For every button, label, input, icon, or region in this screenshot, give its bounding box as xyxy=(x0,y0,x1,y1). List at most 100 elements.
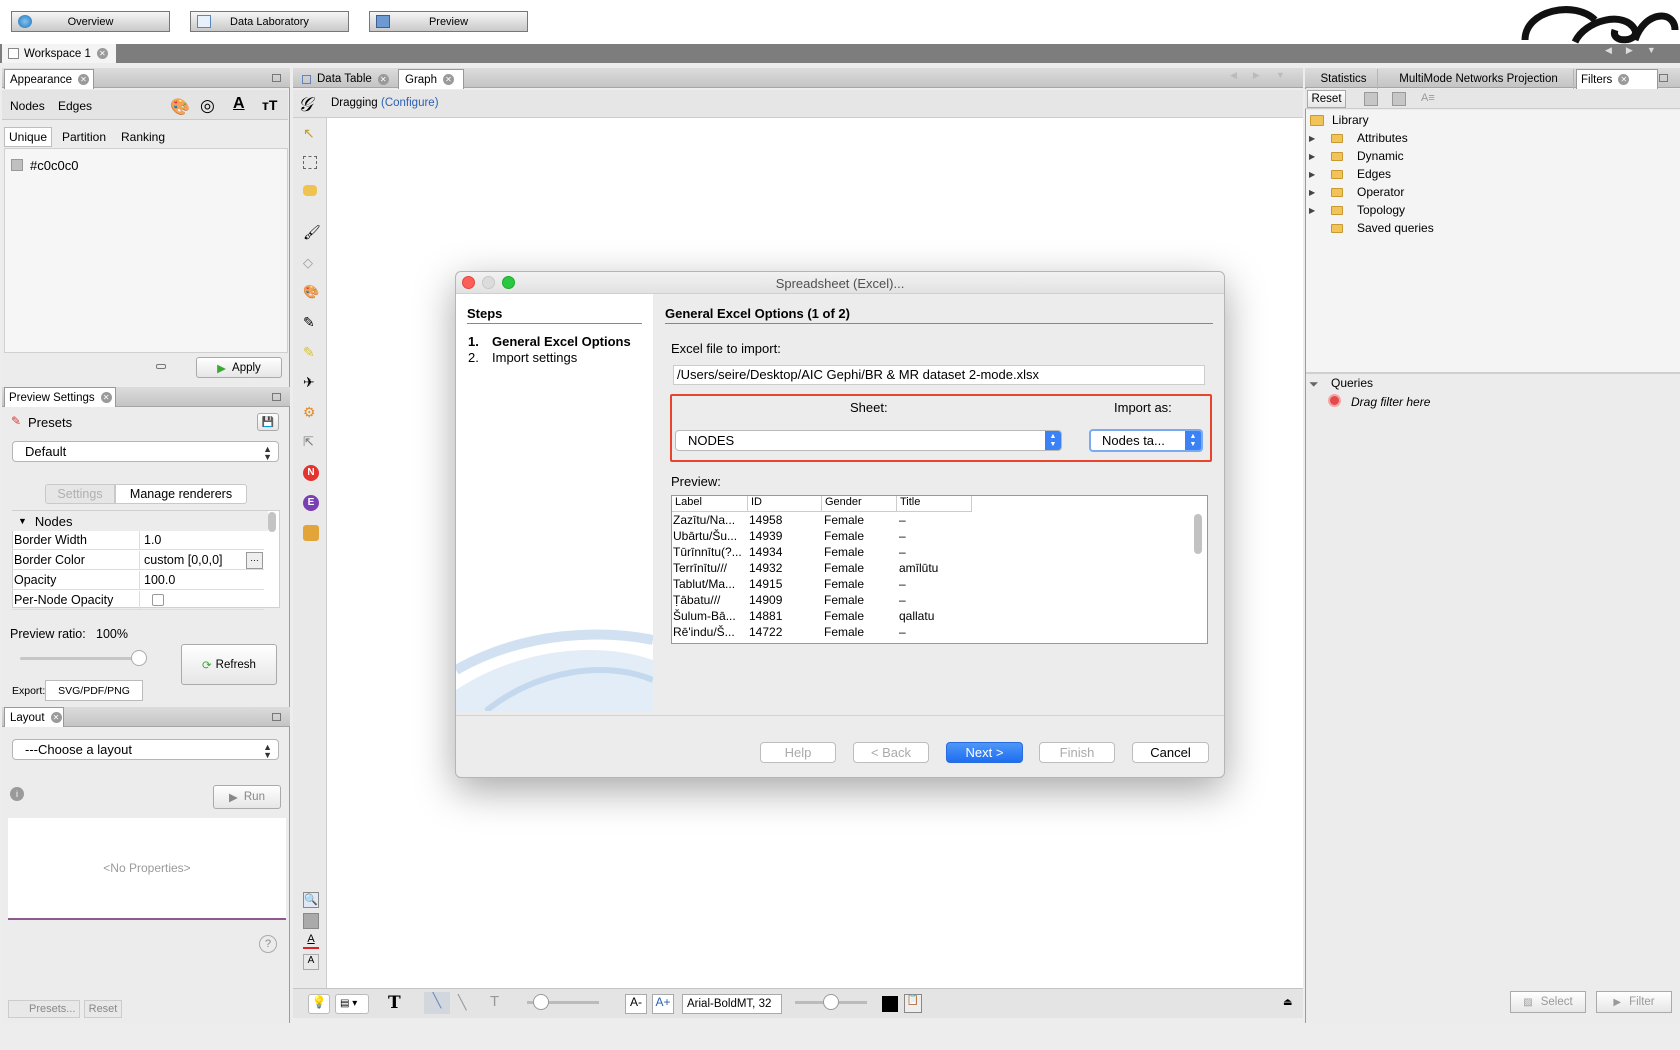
text-tool-icon[interactable]: T xyxy=(388,993,401,1013)
per-node-opacity-row[interactable]: Per-Node Opacity xyxy=(12,591,264,610)
text-outline-icon[interactable]: T xyxy=(490,993,499,1010)
scrollbar[interactable] xyxy=(268,512,276,532)
label-color-icon[interactable]: A xyxy=(233,95,245,113)
select-button[interactable]: ▨ Select xyxy=(1510,991,1586,1013)
edge-e-icon[interactable]: E xyxy=(303,495,319,511)
brush-icon[interactable]: 🖌 xyxy=(303,224,321,240)
minimize-icon[interactable] xyxy=(272,74,281,82)
highlighter-icon[interactable]: ✎ xyxy=(303,344,319,360)
pencil-icon[interactable]: ✎ xyxy=(303,314,319,330)
graph-tab[interactable]: Graph ✕ xyxy=(398,69,464,89)
library-root[interactable]: Library xyxy=(1310,113,1369,127)
preview-button[interactable]: Preview xyxy=(369,11,528,32)
apply-button[interactable]: ▶ Apply xyxy=(196,357,282,378)
save-preset-icon[interactable]: 💾 xyxy=(257,413,279,431)
clipboard-icon[interactable]: 📋 xyxy=(904,994,922,1013)
file-path-field[interactable]: /Users/seire/Desktop/AIC Gephi/BR & MR d… xyxy=(673,365,1205,385)
size-slider-thumb[interactable] xyxy=(533,994,549,1010)
lightbulb-icon[interactable]: 💡 xyxy=(308,994,330,1014)
minimize-icon[interactable] xyxy=(272,393,281,401)
edge-color-icon[interactable]: ╲ xyxy=(458,994,466,1011)
unique-tab[interactable]: Unique xyxy=(4,127,52,147)
pointer-icon[interactable]: ↖ xyxy=(303,125,319,141)
minimize-icon[interactable] xyxy=(1659,74,1668,82)
library-item-topology[interactable]: Topology xyxy=(1331,203,1405,217)
border-width-row[interactable]: Border Width 1.0 xyxy=(12,531,264,550)
nodes-group[interactable]: ▼ Nodes xyxy=(12,511,268,531)
palette-tool-icon[interactable]: 🎨 xyxy=(303,284,319,300)
text-size-icon[interactable]: A xyxy=(303,954,319,970)
close-icon[interactable]: ✕ xyxy=(78,74,90,85)
column-header[interactable]: Label xyxy=(672,496,748,511)
opacity-row[interactable]: Opacity 100.0 xyxy=(12,571,264,590)
background-color-icon[interactable] xyxy=(303,913,319,929)
layout-reset-button[interactable]: Reset xyxy=(84,1000,122,1018)
palette-icon[interactable]: 🎨 xyxy=(170,97,190,117)
export-button[interactable]: SVG/PDF/PNG xyxy=(45,680,143,701)
minimize-icon[interactable] xyxy=(272,713,281,721)
help-button[interactable]: Help xyxy=(760,742,836,763)
filter-tool-icon-1[interactable] xyxy=(1364,92,1378,106)
expand-icon[interactable]: ▶ xyxy=(1309,206,1315,215)
center-nav-icons[interactable]: ◀▶▼ xyxy=(1230,70,1300,84)
edges-tab[interactable]: Edges xyxy=(58,99,92,113)
sheet-select[interactable]: NODES ▲ ▼ xyxy=(675,430,1062,451)
back-button[interactable]: < Back xyxy=(853,742,929,763)
close-icon[interactable]: ✕ xyxy=(377,73,389,85)
multimode-tab[interactable]: MultiMode Networks Projection xyxy=(1384,69,1574,89)
workspace-nav-icons[interactable]: ◀▶▼ xyxy=(1605,45,1680,61)
library-item-edges[interactable]: Edges xyxy=(1331,167,1391,181)
overview-button[interactable]: Overview xyxy=(11,11,170,32)
cancel-button[interactable]: Cancel xyxy=(1132,742,1209,763)
appearance-tab[interactable]: Appearance ✕ xyxy=(4,69,94,89)
preview-scrollbar-thumb[interactable] xyxy=(1194,514,1202,554)
expand-icon[interactable]: ▶ xyxy=(1309,170,1315,179)
column-header[interactable]: Title xyxy=(897,496,972,511)
zoom-icon[interactable]: 🔍 xyxy=(303,892,319,908)
import-as-select[interactable]: Nodes ta... ▲ ▼ xyxy=(1089,429,1203,452)
library-item-saved-queries[interactable]: Saved queries xyxy=(1331,221,1434,235)
filters-reset-button[interactable]: Reset xyxy=(1307,90,1346,108)
text-color-icon[interactable]: A xyxy=(303,933,319,949)
ratio-slider-thumb[interactable] xyxy=(131,650,147,666)
column-header[interactable]: Gender xyxy=(822,496,897,511)
partition-tab[interactable]: Partition xyxy=(62,130,106,144)
preview-settings-tab[interactable]: Preview Settings ✕ xyxy=(4,387,116,407)
ratio-slider-track[interactable] xyxy=(20,657,140,660)
per-node-opacity-checkbox[interactable] xyxy=(152,594,164,606)
edge-line-icon[interactable]: ╲ xyxy=(424,992,450,1014)
rect-select-icon[interactable] xyxy=(303,156,317,169)
run-button[interactable]: ▶ Run xyxy=(213,785,281,809)
size-icon[interactable]: ◎ xyxy=(200,96,215,116)
manage-renderers-tab[interactable]: Manage renderers xyxy=(115,484,247,504)
splitter[interactable] xyxy=(1306,372,1680,374)
refresh-button[interactable]: ⟳ Refresh xyxy=(181,644,277,685)
workspace-tab[interactable]: Workspace 1 ✕ xyxy=(2,44,116,63)
cursor-edit-icon[interactable]: ⇱ xyxy=(303,434,319,450)
filter-tool-icon-3[interactable]: A≡ xyxy=(1421,92,1435,104)
font-increase-icon[interactable]: A+ xyxy=(652,994,674,1014)
preset-select[interactable]: Default ▲ ▼ xyxy=(12,441,279,462)
data-laboratory-button[interactable]: Data Laboratory xyxy=(190,11,349,32)
gear-tool-icon[interactable]: ⚙ xyxy=(303,404,319,420)
label-mode-icon[interactable]: ▤ ▾ xyxy=(335,994,369,1014)
font-name[interactable]: Arial-BoldMT, 32 xyxy=(682,994,782,1014)
close-icon[interactable]: ✕ xyxy=(1618,74,1630,85)
color-picker-button[interactable]: … xyxy=(246,552,263,569)
ranking-tab[interactable]: Ranking xyxy=(121,130,165,144)
font-color-swatch[interactable] xyxy=(882,996,898,1012)
close-icon[interactable]: ✕ xyxy=(50,712,62,723)
close-icon[interactable]: ✕ xyxy=(96,48,108,59)
photo-icon[interactable] xyxy=(303,525,319,541)
diamond-icon[interactable]: ◇ xyxy=(303,255,319,271)
nodes-tab[interactable]: Nodes xyxy=(10,99,45,113)
data-table-tab[interactable]: Data Table ✕ xyxy=(298,69,396,89)
column-header[interactable]: ID xyxy=(748,496,822,511)
expand-icon[interactable]: ▶ xyxy=(1309,134,1315,143)
layout-presets-button[interactable]: Presets... xyxy=(8,1000,80,1018)
collapse-toolbar-icon[interactable]: ⏏ xyxy=(1283,997,1292,1008)
expand-icon[interactable]: ▶ xyxy=(1309,188,1315,197)
statistics-tab[interactable]: Statistics xyxy=(1310,69,1378,89)
filters-tab[interactable]: Filters ✕ xyxy=(1576,69,1658,89)
color-value[interactable]: #c0c0c0 xyxy=(30,158,78,173)
